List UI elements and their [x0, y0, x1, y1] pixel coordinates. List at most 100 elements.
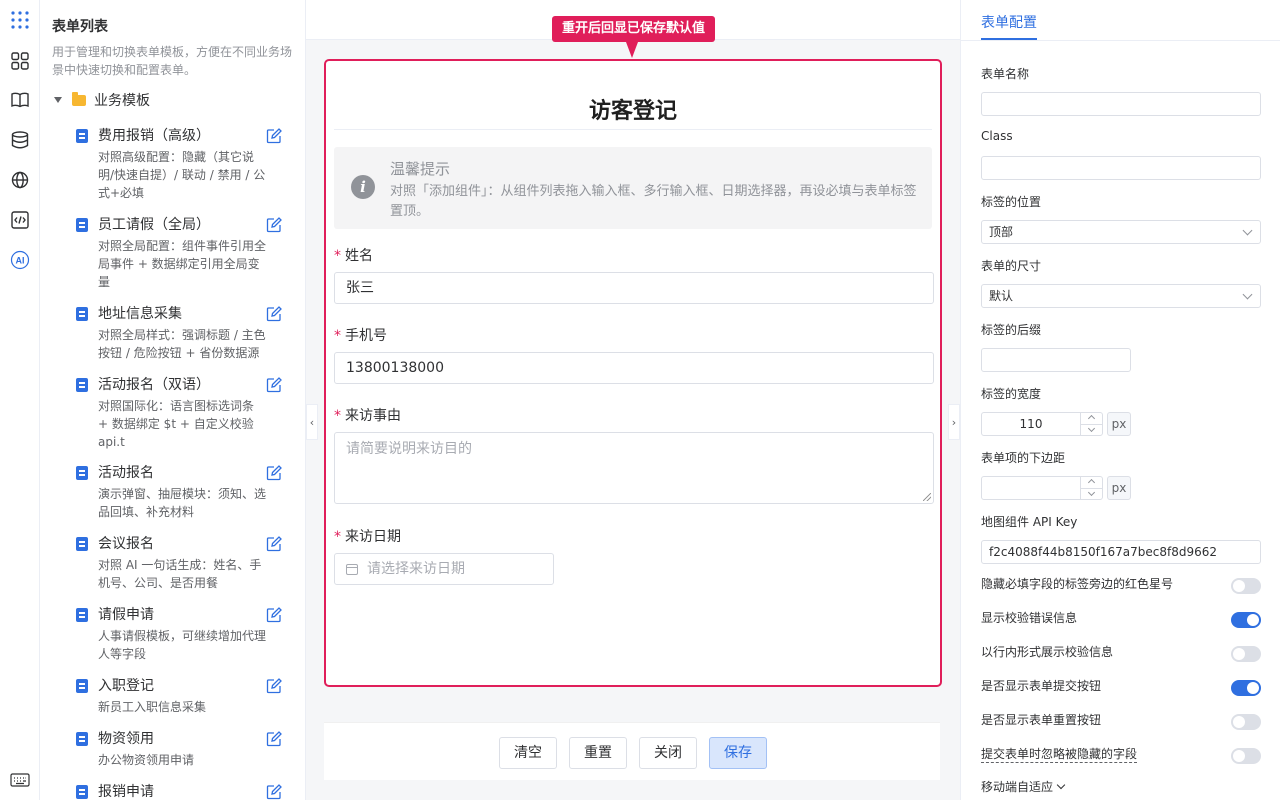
stepper-divider — [1080, 488, 1102, 489]
list-item-name: 员工请假（全局） — [98, 217, 210, 233]
ai-icon[interactable]: AI — [9, 249, 31, 271]
document-icon — [76, 466, 88, 480]
label-position-select[interactable]: 顶部 — [981, 220, 1261, 244]
tip-alert: i 温馨提示 对照「添加组件」：从组件列表拖入输入框、多行输入框、日期选择器，再… — [334, 147, 932, 229]
ignore-hidden-switch[interactable] — [1231, 748, 1261, 764]
edit-icon[interactable] — [266, 731, 282, 747]
form-list-description: 用于管理和切换表单模板，方便在不同业务场景中快速切换和配置表单。 — [52, 45, 293, 77]
apps-grid-icon[interactable] — [9, 9, 31, 31]
collapse-right-button[interactable]: › — [948, 404, 960, 440]
form-size-select[interactable]: 默认 — [981, 284, 1261, 308]
globe-icon[interactable] — [9, 169, 31, 191]
item-margin-stepper[interactable] — [981, 476, 1103, 500]
name-input[interactable]: 张三 — [334, 272, 934, 304]
close-button[interactable]: 关闭 — [639, 737, 697, 769]
edit-icon[interactable] — [266, 217, 282, 233]
folder-icon — [72, 91, 86, 106]
show-error-switch[interactable] — [1231, 612, 1261, 628]
switch-label: 隐藏必填字段的标签旁边的红色星号 — [981, 577, 1174, 591]
clear-button[interactable]: 清空 — [499, 737, 557, 769]
list-item-name: 费用报销（高级） — [98, 128, 210, 144]
document-icon — [76, 679, 88, 693]
template-group[interactable]: 业务模板 — [52, 90, 150, 110]
class-input[interactable] — [981, 156, 1261, 180]
document-icon — [76, 537, 88, 551]
form-list-panel: 表单列表 用于管理和切换表单模板，方便在不同业务场景中快速切换和配置表单。 业务… — [40, 0, 306, 800]
label-width-label: 标签的宽度 — [981, 387, 1042, 401]
calendar-icon — [346, 564, 358, 575]
reset-button[interactable]: 重置 — [569, 737, 627, 769]
date-picker[interactable]: 请选择来访日期 — [334, 553, 554, 585]
book-icon[interactable] — [9, 89, 31, 111]
label-width-value: 110 — [1019, 417, 1043, 431]
reason-textarea[interactable]: 请简要说明来访目的 — [334, 432, 934, 504]
code-icon[interactable] — [9, 209, 31, 231]
show-reset-switch[interactable] — [1231, 714, 1261, 730]
label-width-unit: px — [1107, 412, 1131, 436]
form-canvas: 访客登记 i 温馨提示 对照「添加组件」：从组件列表拖入输入框、多行输入框、日期… — [306, 0, 960, 800]
phone-input[interactable]: 13800138000 — [334, 352, 934, 384]
form-preview[interactable]: 访客登记 i 温馨提示 对照「添加组件」：从组件列表拖入输入框、多行输入框、日期… — [324, 59, 942, 687]
name-label: * 姓名 — [334, 248, 373, 264]
edit-icon[interactable] — [266, 128, 282, 144]
edit-icon[interactable] — [266, 377, 282, 393]
database-icon[interactable] — [9, 129, 31, 151]
switch-label: 以行内形式展示校验信息 — [981, 645, 1114, 659]
caret-down-icon[interactable] — [54, 97, 62, 103]
list-item-desc: 对照高级配置：隐藏（其它说明/快速自提）/ 联动 / 禁用 / 公式+必填 — [98, 150, 266, 200]
list-item-desc: 人事请假模板，可继续增加代理人等字段 — [98, 629, 267, 661]
label-width-stepper[interactable]: 110 — [981, 412, 1103, 436]
form-size-label: 表单的尺寸 — [981, 259, 1042, 273]
save-button[interactable]: 保存 — [709, 737, 767, 769]
required-mark: * — [334, 408, 341, 424]
title-divider — [334, 129, 932, 130]
form-button-bar: 清空 重置 关闭 保存 — [324, 722, 940, 780]
chevron-right-icon: › — [951, 415, 957, 429]
resize-handle-icon[interactable] — [923, 493, 931, 501]
map-key-input[interactable]: f2c4088f44b8150f167a7bec8f8d9662 — [981, 540, 1261, 564]
list-item-name: 报销申请 — [98, 784, 154, 800]
mobile-adapt-toggle[interactable]: 移动端自适应 — [981, 778, 1066, 795]
show-submit-switch[interactable] — [1231, 680, 1261, 696]
edit-icon[interactable] — [266, 465, 282, 481]
collapse-left-button[interactable]: ‹ — [306, 404, 318, 440]
form-name-label: 表单名称 — [981, 67, 1030, 81]
chevron-left-icon: ‹ — [309, 415, 315, 429]
form-name-input[interactable] — [981, 92, 1261, 116]
switch-label: 显示校验错误信息 — [981, 611, 1078, 625]
list-item-name: 地址信息采集 — [98, 306, 182, 322]
edit-icon[interactable] — [266, 607, 282, 623]
list-item-name: 入职登记 — [98, 678, 154, 694]
tab-divider — [961, 40, 1280, 41]
edit-icon[interactable] — [266, 784, 282, 800]
phone-label: * 手机号 — [334, 328, 387, 344]
switch-label: 是否显示表单重置按钮 — [981, 713, 1102, 727]
edit-icon[interactable] — [266, 678, 282, 694]
keyboard-icon[interactable] — [9, 769, 31, 791]
icon-rail: AI — [0, 0, 40, 800]
label-position-label: 标签的位置 — [981, 195, 1042, 209]
list-item-desc: 办公物资领用申请 — [98, 753, 195, 767]
document-icon — [76, 129, 88, 143]
list-item-name: 活动报名（双语） — [98, 377, 210, 393]
list-item-name: 请假申请 — [98, 607, 154, 623]
inline-message-switch[interactable] — [1231, 646, 1261, 662]
document-icon — [76, 732, 88, 746]
edit-icon[interactable] — [266, 536, 282, 552]
components-icon[interactable] — [9, 50, 31, 72]
list-item-name: 物资领用 — [98, 731, 154, 747]
list-item-desc: 新员工入职信息采集 — [98, 700, 207, 714]
class-label: Class — [981, 129, 1013, 143]
form-title: 访客登记 — [588, 99, 677, 124]
document-icon — [76, 307, 88, 321]
item-margin-unit: px — [1107, 476, 1131, 500]
tip-text: 对照「添加组件」：从组件列表拖入输入框、多行输入框、日期选择器，再设必填与表单标… — [390, 184, 917, 219]
required-mark: * — [334, 529, 341, 545]
tab-form-config[interactable]: 表单配置 — [981, 12, 1037, 32]
mobile-adapt-label: 移动端自适应 — [981, 780, 1054, 794]
label-suffix-input[interactable] — [981, 348, 1131, 372]
hide-asterisk-switch[interactable] — [1231, 578, 1261, 594]
ai-icon-label: AI — [16, 256, 25, 266]
edit-icon[interactable] — [266, 306, 282, 322]
stepper-divider — [1080, 424, 1102, 425]
